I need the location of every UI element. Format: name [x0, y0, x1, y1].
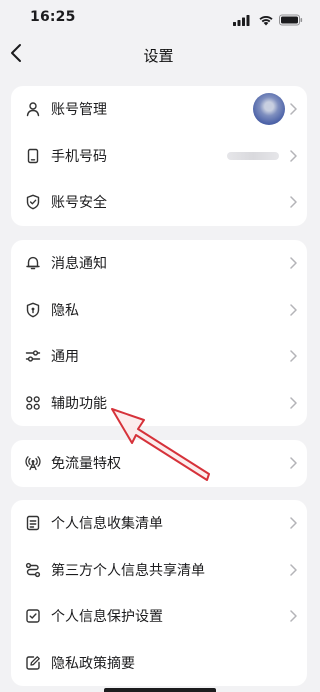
- checkbox-icon: [25, 608, 41, 624]
- document-list-icon: [25, 515, 41, 531]
- row-label: 个人信息收集清单: [51, 516, 163, 533]
- chevron-right-icon: [290, 350, 297, 362]
- row-third-party-sharing[interactable]: 第三方个人信息共享清单: [11, 547, 307, 594]
- masked-phone-number: [227, 151, 279, 160]
- chevron-right-icon: [290, 103, 297, 115]
- chevron-right-icon: [290, 257, 297, 269]
- row-label: 消息通知: [51, 256, 107, 273]
- edit-icon: [25, 655, 41, 671]
- row-label: 账号安全: [51, 195, 107, 212]
- chevron-right-icon: [290, 150, 297, 162]
- row-phone-number[interactable]: 手机号码: [11, 133, 307, 180]
- navigation-bar: 设置: [0, 36, 317, 72]
- bell-icon: [25, 255, 41, 271]
- avatar[interactable]: [253, 93, 285, 126]
- status-time: 16:25: [30, 9, 76, 25]
- page-title: 设置: [143, 47, 174, 65]
- row-general[interactable]: 通用: [11, 333, 307, 380]
- chevron-right-icon: [290, 564, 297, 576]
- row-free-data-privilege[interactable]: 免流量特权: [11, 440, 307, 487]
- row-privacy-policy-summary[interactable]: 隐私政策摘要: [11, 640, 307, 687]
- row-label: 辅助功能: [51, 395, 107, 412]
- status-icons: [233, 11, 303, 26]
- row-personal-info-protection[interactable]: 个人信息保护设置: [11, 593, 307, 640]
- row-account-management[interactable]: 账号管理: [11, 86, 307, 133]
- row-label: 第三方个人信息共享清单: [51, 562, 205, 579]
- row-accessibility[interactable]: 辅助功能: [11, 380, 307, 427]
- chevron-right-icon: [290, 304, 297, 316]
- row-label: 通用: [51, 349, 79, 366]
- phone-icon: [25, 148, 41, 164]
- row-notifications[interactable]: 消息通知: [11, 240, 307, 287]
- command-icon: [25, 395, 41, 411]
- row-label: 手机号码: [51, 148, 107, 165]
- status-bar: 16:25: [0, 0, 317, 34]
- home-indicator: [104, 688, 216, 692]
- row-personal-info-collection[interactable]: 个人信息收集清单: [11, 500, 307, 547]
- account-group: 账号管理 手机号码 账号安全: [11, 86, 307, 226]
- row-label: 隐私政策摘要: [51, 655, 135, 672]
- person-icon: [25, 101, 41, 117]
- chevron-right-icon: [290, 517, 297, 529]
- privacy-shield-icon: [25, 302, 41, 318]
- shield-check-icon: [25, 194, 41, 210]
- wifi-icon: [259, 15, 273, 26]
- row-label: 免流量特权: [51, 456, 121, 473]
- row-label: 个人信息保护设置: [51, 609, 163, 626]
- chevron-right-icon: [290, 457, 297, 469]
- row-label: 隐私: [51, 302, 79, 319]
- cellular-signal-icon: [233, 15, 250, 26]
- personal-info-group: 个人信息收集清单 第三方个人信息共享清单 个人信息保护设置 隐私政策摘要: [11, 500, 307, 686]
- row-privacy[interactable]: 隐私: [11, 287, 307, 334]
- general-settings-group: 消息通知 隐私 通用 辅助功能: [11, 240, 307, 426]
- chevron-right-icon: [290, 397, 297, 409]
- sliders-icon: [25, 348, 41, 364]
- row-label: 账号管理: [51, 102, 107, 119]
- chevron-right-icon: [290, 610, 297, 622]
- row-account-security[interactable]: 账号安全: [11, 179, 307, 226]
- chevron-right-icon: [290, 196, 297, 208]
- share-route-icon: [25, 562, 41, 578]
- signal-tower-icon: [25, 455, 41, 471]
- battery-icon: [279, 14, 303, 26]
- data-privilege-group: 免流量特权: [11, 440, 307, 487]
